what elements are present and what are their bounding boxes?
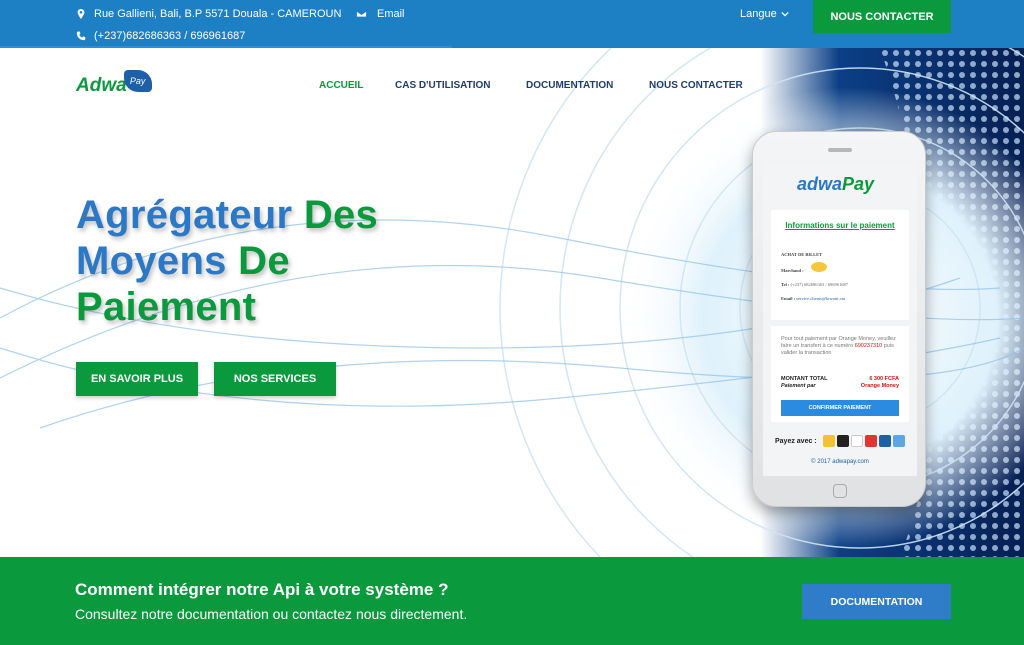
phone-copyright: © 2017 adwapay.com: [811, 459, 869, 465]
amount-values: 6 300 FCFA Orange Money: [861, 376, 899, 390]
hero-title-word: De: [238, 239, 290, 283]
language-selector[interactable]: Langue: [740, 8, 789, 20]
amount-method: Orange Money: [860, 383, 899, 389]
language-label: Langue: [740, 8, 777, 20]
map-marker-icon: [77, 9, 85, 19]
learn-more-button[interactable]: EN SAVOIR PLUS: [76, 362, 198, 396]
payment-info-title: Informations sur le paiement: [785, 221, 895, 230]
amount-label: MONTANT TOTAL: [781, 376, 828, 382]
services-button[interactable]: NOS SERVICES: [214, 362, 336, 396]
adwapay-logo[interactable]: Adwa Pay: [76, 70, 152, 97]
hero-title-word: Paiement: [76, 285, 257, 329]
phone-adwapay-logo: adwaPay: [797, 174, 874, 195]
payment-methods: [823, 435, 905, 447]
phone-icon: [76, 31, 86, 41]
address-text: Rue Gallieni, Bali, B.P 5571 Douala - CA…: [94, 8, 342, 20]
message-number: 690237310: [854, 343, 883, 349]
paypal-icon: [879, 435, 891, 447]
phone-speaker: [828, 148, 852, 152]
nav-nous-contacter[interactable]: NOUS CONTACTER: [649, 80, 743, 91]
phone-text: (+237)682686363 / 696961687: [94, 30, 246, 42]
integration-title: Comment intégrer notre Api à votre systè…: [75, 580, 449, 599]
hero-title-word: Agrégateur: [76, 193, 293, 237]
nav-documentation[interactable]: DOCUMENTATION: [526, 80, 613, 91]
phone-mockup: adwaPay Informations sur le paiement ACH…: [752, 131, 926, 507]
phone-line: (+237)682686363 / 696961687: [76, 30, 245, 42]
phone-logo-part: Pay: [842, 174, 875, 194]
tel-value: (+237) 682686363 / 696961687: [790, 282, 849, 287]
email-label: Email: [377, 8, 405, 20]
hero-title-word: Des: [303, 193, 379, 237]
confirm-payment-button[interactable]: CONFIRMER PAIEMENT: [781, 400, 899, 416]
hero-title-word: Moyens: [76, 239, 227, 283]
top-contact-button[interactable]: NOUS CONTACTER: [813, 0, 951, 33]
payment-message: Pour tout paiement par Orange Money, veu…: [781, 336, 903, 357]
integration-subtitle: Consultez notre documentation ou contact…: [75, 606, 468, 622]
payment-details-card: Pour tout paiement par Orange Money, veu…: [771, 326, 909, 422]
chevron-down-icon: [781, 11, 789, 17]
amount-labels: MONTANT TOTAL Paiement par: [781, 376, 827, 390]
email-value: service.clients@kiwoni.cm: [796, 296, 846, 301]
pay-with-label: Payez avec :: [775, 438, 817, 445]
other-payment-icon: [893, 435, 905, 447]
nav-accueil[interactable]: ACCUEIL: [319, 80, 363, 91]
merchant-label: Marchand :: [781, 268, 804, 273]
logo-badge: Pay: [123, 70, 152, 92]
tel-label: Tel :: [781, 282, 790, 287]
amount-value: 6 300 FCFA: [869, 376, 899, 382]
hero-title: Agrégateur Des Moyens De Paiement: [76, 192, 378, 330]
logo-text: Adwa: [76, 75, 127, 96]
merchant-logo: [811, 262, 827, 272]
email-label-small: Email :: [781, 296, 796, 301]
orange-money-icon: [837, 435, 849, 447]
phone-logo-part: adwa: [797, 174, 843, 194]
visa-icon: [851, 435, 863, 447]
nav-cas-utilisation[interactable]: CAS D'UTILISATION: [395, 80, 491, 91]
phone-home-button: [833, 484, 847, 498]
phone-screen: adwaPay Informations sur le paiement ACH…: [763, 162, 917, 476]
email-link[interactable]: Email: [356, 8, 405, 20]
payment-info-card: Informations sur le paiement ACHAT DE BI…: [771, 210, 909, 320]
envelope-icon: [356, 10, 367, 18]
address-line: Rue Gallieni, Bali, B.P 5571 Douala - CA…: [76, 8, 341, 20]
documentation-button[interactable]: DOCUMENTATION: [802, 584, 951, 619]
mastercard-icon: [865, 435, 877, 447]
mtn-icon: [823, 435, 835, 447]
ticket-label: ACHAT DE BILLET: [781, 252, 823, 257]
paid-by-label: Paiement par: [781, 383, 816, 389]
